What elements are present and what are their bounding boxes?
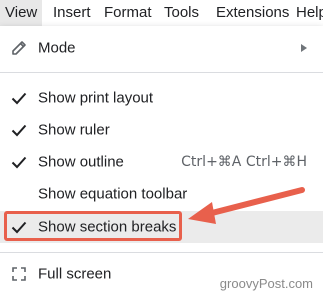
watermark: groovyPost.com	[219, 276, 313, 291]
annotation-arrow-icon	[188, 187, 305, 224]
screenshot-frame: View Insert Format Tools Extensions Help…	[0, 0, 323, 296]
